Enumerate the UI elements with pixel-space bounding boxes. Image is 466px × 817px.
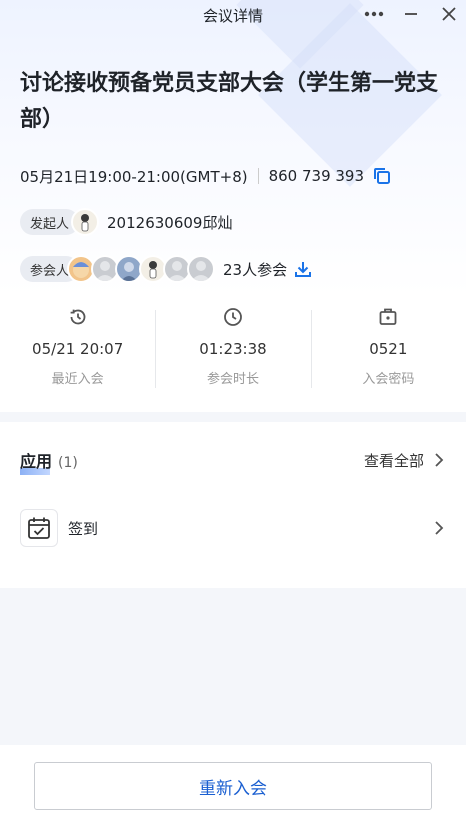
initiator-row: 发起人 2012630609邱灿: [20, 207, 232, 237]
meeting-time-row: 05月21日19:00-21:00(GMT+8) 860 739 393: [20, 164, 392, 188]
view-all-label: 查看全部: [363, 451, 424, 470]
stat-value: 05/21 20:07: [32, 340, 124, 358]
meeting-title: 讨论接收预备党员支部大会（学生第一党支部）: [20, 71, 439, 132]
attendee-avatars: [67, 255, 216, 283]
chevron-right-icon: [435, 453, 444, 467]
window-title: 会议详情: [202, 7, 263, 25]
calendar-check-icon: [28, 517, 50, 539]
more-icon[interactable]: [362, 2, 386, 26]
stat-duration: 01:23:38 参会时长: [155, 296, 310, 412]
title-bar: 会议详情: [0, 0, 466, 28]
app-label: 签到: [68, 519, 99, 538]
attendee-count: 23人参会: [223, 260, 288, 279]
apps-header: 应用 (1) 查看全部: [20, 448, 446, 475]
apps-title: 应用 (1): [20, 448, 78, 475]
apps-count: (1): [58, 455, 78, 471]
initiator-name: 2012630609邱灿: [107, 213, 233, 232]
stat-password: 0521 入会密码: [310, 296, 466, 412]
meeting-header: [0, 0, 466, 296]
apps-section: 应用 (1) 查看全部 签到: [0, 422, 466, 588]
copy-icon[interactable]: [372, 166, 392, 186]
stat-value: 01:23:38: [199, 340, 267, 358]
minimize-icon[interactable]: [399, 2, 423, 26]
chevron-right-icon: [435, 521, 444, 535]
app-item-sign-in[interactable]: 签到: [20, 508, 446, 548]
meeting-id: 860 739 393: [268, 167, 365, 185]
lock-box-icon: [379, 308, 397, 325]
stats-panel: 05/21 20:07 最近入会 01:23:38 参会时长 0521 入会密码: [0, 296, 466, 412]
footer: 重新入会: [0, 745, 466, 817]
stat-recent-join: 05/21 20:07 最近入会: [0, 296, 155, 412]
download-icon[interactable]: [293, 259, 313, 279]
meeting-time: 05月21日19:00-21:00(GMT+8): [20, 167, 248, 186]
close-icon[interactable]: [437, 2, 461, 26]
divider: [257, 168, 259, 184]
stat-label: 参会时长: [206, 372, 259, 387]
rejoin-button[interactable]: 重新入会: [34, 762, 432, 810]
clock-icon: [224, 308, 242, 326]
stat-label: 最近入会: [51, 372, 104, 387]
history-icon: [70, 309, 86, 325]
avatar: [71, 208, 100, 236]
stat-value: 0521: [369, 340, 408, 358]
avatar: [187, 255, 216, 283]
stat-label: 入会密码: [362, 372, 415, 387]
app-icon: [20, 509, 58, 547]
view-all-link[interactable]: 查看全部: [364, 450, 446, 471]
attendees-row[interactable]: 参会人 23人参会: [20, 254, 313, 284]
